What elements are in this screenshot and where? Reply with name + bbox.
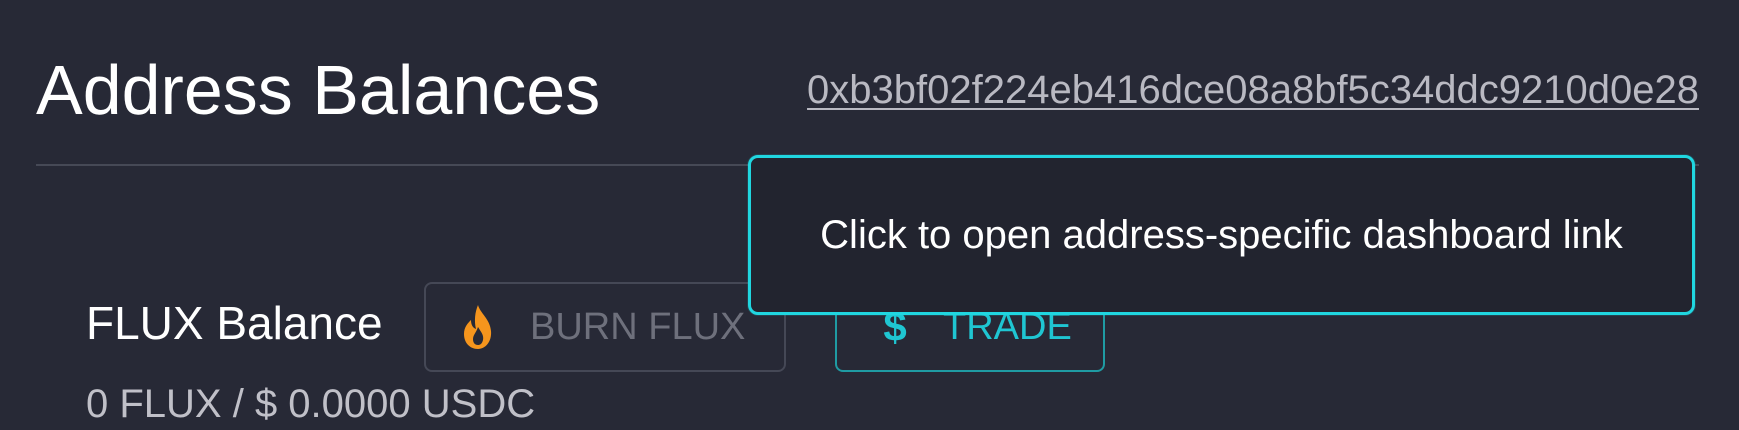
burn-flux-label: BURN FLUX: [530, 305, 746, 348]
page-title: Address Balances: [36, 51, 601, 129]
address-dashboard-link[interactable]: 0xb3bf02f224eb416dce08a8bf5c34ddc9210d0e…: [807, 66, 1699, 114]
flux-balance-value: 0 FLUX / $ 0.0000 USDC: [86, 382, 536, 426]
burn-flux-button[interactable]: BURN FLUX: [424, 282, 786, 372]
flame-icon: [454, 303, 502, 351]
flux-balance-label: FLUX Balance: [86, 297, 383, 349]
address-link-tooltip: Click to open address-specific dashboard…: [748, 155, 1695, 315]
tooltip-text: Click to open address-specific dashboard…: [820, 212, 1623, 257]
